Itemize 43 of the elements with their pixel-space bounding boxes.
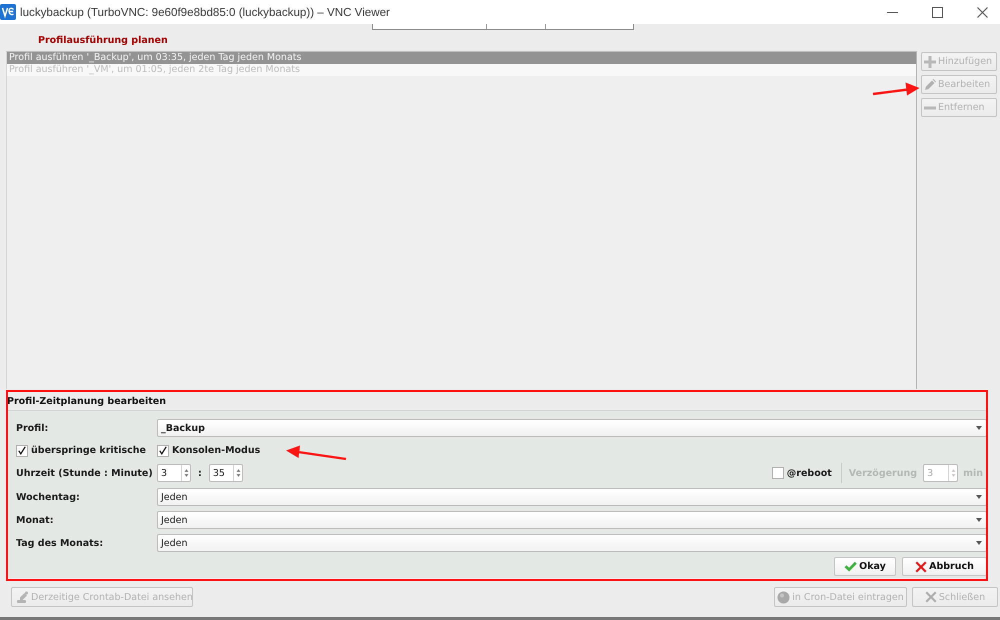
check-icon bbox=[159, 446, 167, 455]
caret-icon bbox=[976, 541, 982, 545]
checkmark-icon bbox=[844, 561, 858, 572]
disc-icon bbox=[777, 590, 790, 604]
field-label: Tag des Monats: bbox=[16, 538, 104, 548]
field-label: Uhrzeit (Stunde : Minute) bbox=[16, 468, 154, 478]
caret-icon bbox=[976, 426, 982, 430]
check-icon bbox=[18, 446, 26, 455]
cross-icon bbox=[924, 591, 937, 603]
plus-icon bbox=[924, 56, 936, 68]
annotation-arrow bbox=[285, 444, 347, 461]
profile-dropdown[interactable]: _Backup bbox=[157, 419, 987, 437]
dropdown[interactable]: Jeden bbox=[157, 511, 987, 529]
dropdown[interactable]: Jeden bbox=[157, 488, 987, 506]
field-label: Profil: bbox=[16, 422, 50, 434]
checkbox-label: überspringe kritische bbox=[31, 445, 146, 456]
maximize-icon[interactable] bbox=[932, 6, 943, 18]
minute-field[interactable]: 35 bbox=[208, 464, 243, 482]
checkbox[interactable] bbox=[772, 467, 784, 479]
annotation-arrow bbox=[872, 80, 920, 96]
schedule-row[interactable]: Profil ausführen '_Backup', um 03:35, jeden Tag jeden Monats bbox=[7, 52, 916, 64]
checkbox-label: @reboot bbox=[786, 468, 832, 478]
stamp-icon bbox=[16, 590, 29, 604]
field-label: Wochentag: bbox=[16, 492, 81, 502]
time-separator: : bbox=[198, 468, 202, 478]
group-title: Profil-Zeitplanung bearbeiten bbox=[7, 396, 166, 407]
caret-icon bbox=[976, 518, 982, 522]
cancel-button[interactable]: Abbruch bbox=[902, 557, 987, 576]
pencil-icon bbox=[924, 78, 936, 90]
section-heading: Profilausführung planen bbox=[38, 34, 168, 48]
checkbox[interactable] bbox=[157, 444, 169, 456]
spin-arrows-icon[interactable] bbox=[232, 465, 242, 481]
checkbox-label: Konsolen-Modus bbox=[172, 445, 260, 456]
window-title: luckybackup (TurboVNC: 9e60f9e8bd85:0 (luckybackup)) – VNC Viewer bbox=[20, 6, 390, 18]
field-label: Monat: bbox=[16, 514, 54, 526]
checkbox[interactable] bbox=[16, 444, 28, 456]
spin-arrows-icon[interactable] bbox=[181, 465, 190, 481]
dropdown[interactable]: Jeden bbox=[157, 534, 987, 552]
close-icon[interactable] bbox=[977, 6, 988, 18]
ok-button[interactable]: Okay bbox=[834, 557, 896, 576]
caret-icon bbox=[976, 495, 982, 499]
hour-field[interactable]: 3 bbox=[157, 464, 191, 482]
cross-icon bbox=[915, 560, 928, 572]
